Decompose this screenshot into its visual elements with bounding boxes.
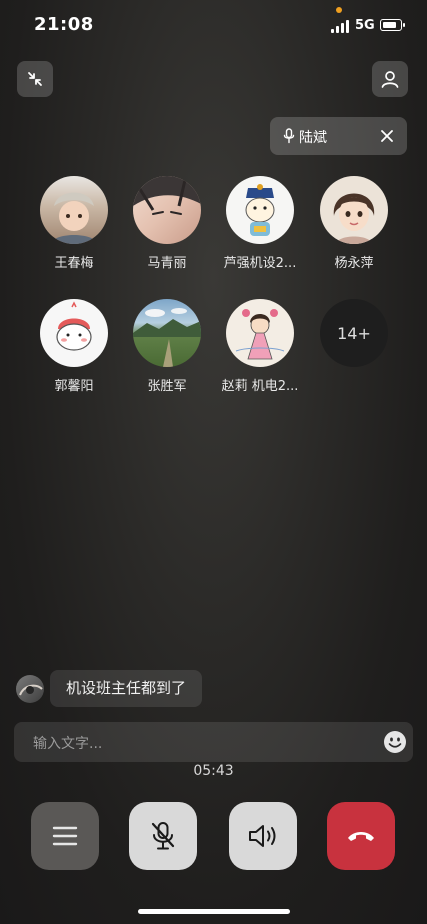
speaking-name: 陆斌 <box>299 130 327 146</box>
status-bar: 21:08 5G <box>0 0 427 54</box>
member-name: 杨永萍 <box>334 256 374 271</box>
speaking-indicator: 陆斌 <box>270 117 407 155</box>
call-duration: 05:43 <box>193 763 234 779</box>
menu-button[interactable] <box>31 802 99 870</box>
member-name: 赵莉 机电2... <box>221 379 299 394</box>
close-icon[interactable] <box>380 129 394 143</box>
network-type: 5G <box>355 18 375 33</box>
status-time: 21:08 <box>34 14 94 35</box>
member-tile[interactable]: 王春梅 <box>26 176 122 271</box>
mic-icon <box>283 128 295 144</box>
member-name: 王春梅 <box>54 256 94 271</box>
member-tile[interactable]: 赵莉 机电2... <box>212 299 308 394</box>
mute-button[interactable] <box>129 802 197 870</box>
collapse-arrows-icon <box>28 72 42 86</box>
hang-up-button[interactable] <box>327 802 395 870</box>
person-icon <box>381 71 399 88</box>
avatar <box>226 176 294 244</box>
more-members-count: 14+ <box>320 299 388 367</box>
speaker-button[interactable] <box>229 802 297 870</box>
chat-message: 机设班主任都到了 <box>50 670 203 707</box>
avatar <box>133 299 201 367</box>
member-name: 郭馨阳 <box>54 379 94 394</box>
member-name: 张胜军 <box>147 379 187 394</box>
menu-icon <box>52 826 78 846</box>
input-placeholder: 输入文字... <box>33 736 103 752</box>
avatar <box>226 299 294 367</box>
minimize-call-button[interactable] <box>17 61 53 97</box>
avatar[interactable] <box>16 675 44 703</box>
member-name: 芦强机设2... <box>223 256 297 271</box>
member-tile[interactable]: 杨永萍 <box>306 176 402 271</box>
emoji-icon[interactable] <box>383 730 407 754</box>
member-tile[interactable]: 张胜军 <box>119 299 215 394</box>
speaker-icon <box>249 825 276 847</box>
avatar <box>40 299 108 367</box>
battery-icon <box>380 19 405 31</box>
member-tile[interactable]: 郭馨阳 <box>26 299 122 394</box>
member-name: 马青丽 <box>147 256 187 271</box>
privacy-indicator-dot <box>336 7 342 13</box>
message-input[interactable]: 输入文字... <box>14 722 413 762</box>
mic-off-icon <box>151 822 175 850</box>
phone-hangup-icon <box>348 832 374 841</box>
add-member-button[interactable] <box>372 61 408 97</box>
member-tile[interactable]: 马青丽 <box>119 176 215 271</box>
avatar <box>133 176 201 244</box>
home-indicator <box>138 909 290 914</box>
member-tile[interactable]: 芦强机设2... <box>212 176 308 271</box>
avatar <box>40 176 108 244</box>
more-members-tile[interactable]: 14+ <box>306 299 402 367</box>
signal-icon <box>331 19 351 33</box>
avatar <box>320 176 388 244</box>
